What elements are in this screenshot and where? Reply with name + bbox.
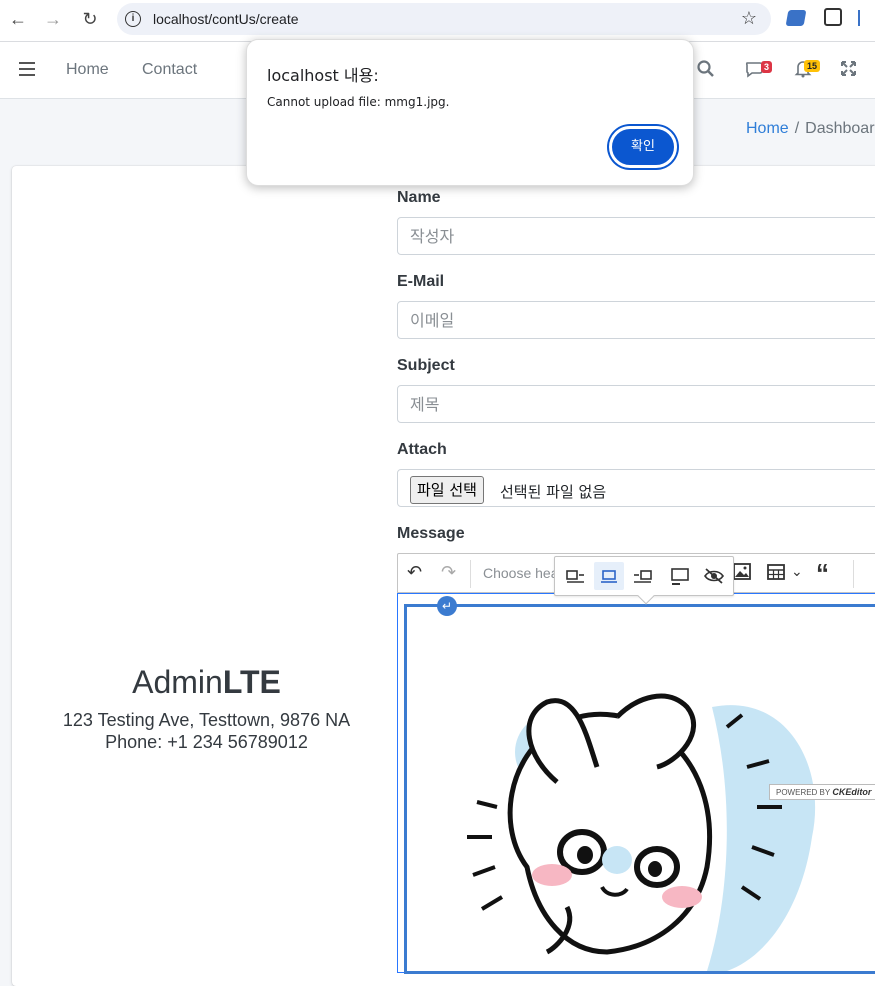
search-icon[interactable] [697, 60, 715, 83]
breadcrumb-home-link[interactable]: Home [746, 120, 789, 137]
redo-icon[interactable]: ↷ [441, 562, 456, 583]
file-status-text: 선택된 파일 없음 [500, 483, 607, 501]
profile-divider-icon [858, 10, 860, 26]
contact-address: 123 Testing Ave, Testtown, 9876 NA [62, 710, 351, 730]
email-input[interactable] [397, 301, 875, 339]
choose-file-button[interactable]: 파일 선택 [410, 476, 484, 504]
powered-prefix: POWERED BY [776, 788, 831, 797]
nav-link-home[interactable]: Home [66, 61, 109, 79]
insert-paragraph-icon[interactable]: ↵ [437, 596, 457, 616]
file-input[interactable]: 파일 선택 선택된 파일 없음 [397, 469, 875, 507]
align-center-icon[interactable] [594, 562, 624, 590]
attach-label: Attach [397, 441, 447, 458]
dialog-ok-button[interactable]: 확인 [609, 126, 677, 168]
message-label: Message [397, 525, 465, 542]
subject-input[interactable] [397, 385, 875, 423]
brand-bold: LTE [222, 664, 281, 700]
notifications-count-badge: 15 [804, 60, 821, 72]
align-right-icon[interactable] [628, 562, 658, 590]
bookmark-star-icon[interactable]: ☆ [741, 8, 757, 29]
breadcrumb-separator: / [794, 120, 800, 137]
breadcrumb-current: Dashboard [805, 120, 875, 137]
back-icon[interactable]: ← [8, 9, 28, 29]
more-icon[interactable]: ⋮ [868, 562, 875, 583]
nav-link-contact[interactable]: Contact [142, 61, 197, 79]
table-icon[interactable] [767, 564, 785, 585]
subject-label: Subject [397, 357, 455, 374]
toolbar-divider [470, 560, 471, 588]
extension-icon[interactable] [785, 10, 807, 26]
reload-icon[interactable]: ↻ [80, 9, 100, 29]
messages-count-badge: 3 [761, 61, 773, 73]
extensions-puzzle-icon[interactable] [824, 8, 842, 26]
brand-logo: AdminLTE [0, 664, 413, 701]
insert-image-icon[interactable] [733, 563, 751, 585]
toggle-caption-icon[interactable] [665, 562, 695, 590]
image-balloon-toolbar [554, 556, 734, 605]
browser-chrome: ← → ↻ i localhost/contUs/create ☆ [0, 0, 875, 42]
align-left-icon[interactable] [560, 562, 590, 590]
fullscreen-icon[interactable] [840, 60, 857, 82]
powered-brand: CKEditor [832, 787, 872, 797]
quote-icon[interactable]: “ [816, 558, 829, 589]
alert-dialog: localhost 내용: Cannot upload file: mmg1.j… [246, 39, 694, 186]
dialog-title: localhost 내용: [267, 66, 379, 85]
url-text[interactable]: localhost/contUs/create [153, 11, 299, 27]
contact-info: AdminLTE 123 Testing Ave, Testtown, 9876… [0, 664, 413, 753]
forward-icon[interactable]: → [43, 9, 63, 29]
toolbar-divider [853, 560, 854, 588]
hide-alt-text-icon[interactable] [699, 562, 729, 590]
email-label: E-Mail [397, 273, 445, 290]
name-input[interactable] [397, 217, 875, 255]
name-label: Name [397, 189, 441, 206]
table-dropdown-icon[interactable]: ⌄ [791, 563, 803, 580]
contact-phone: Phone: +1 234 56789012 [105, 732, 308, 752]
site-info-icon[interactable]: i [125, 11, 141, 27]
dialog-message: Cannot upload file: mmg1.jpg. [267, 95, 450, 109]
breadcrumb: Home / Dashboard [746, 120, 875, 138]
address-bar[interactable]: i localhost/contUs/create ☆ [117, 3, 771, 35]
hamburger-menu-icon[interactable] [19, 62, 35, 76]
undo-icon[interactable]: ↶ [407, 562, 422, 583]
powered-by-ckeditor[interactable]: POWERED BY CKEditor [769, 784, 875, 800]
heading-dropdown[interactable]: Choose hea [483, 565, 559, 581]
brand-prefix: Admin [132, 664, 223, 700]
